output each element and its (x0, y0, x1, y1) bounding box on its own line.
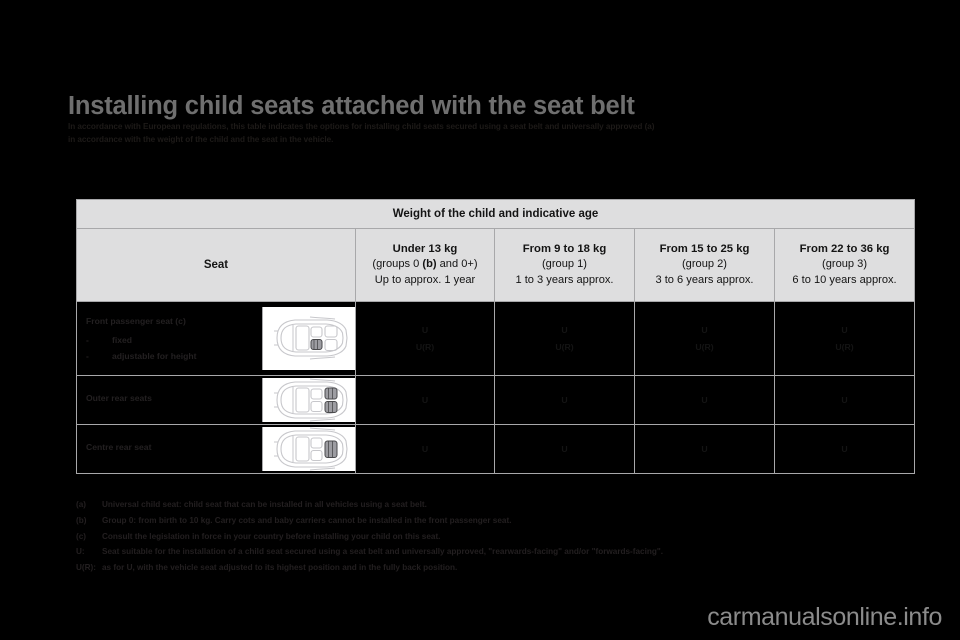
child-seat-table: Weight of the child and indicative age S… (75, 199, 916, 474)
row-2-value-cell-0: U (355, 424, 495, 474)
table-row: Outer rear seats U U U U (76, 375, 916, 425)
footnote-ur: U(R): as for U, with the vehicle seat adj… (76, 560, 936, 576)
footnote-u-key: U: (76, 547, 85, 557)
row-1-value-cell-1: U (494, 375, 635, 425)
weight-col-2-line2: (group 2) (681, 258, 727, 271)
page-subtitle-line-1: In accordance with European regulations,… (68, 122, 655, 131)
footnote-b-text: Group 0: from birth to 10 kg. Carry cots… (102, 515, 512, 525)
row-1-label-text: Outer rear seats (77, 384, 262, 415)
footnote-a-text: Universal child seat: child seat that ca… (102, 500, 427, 509)
row-0-value-3-primary: U (841, 324, 848, 335)
weight-col-1-line2: (group 1) (541, 258, 587, 271)
footnote-ur-text: as for U, with the vehicle seat adjusted… (102, 563, 458, 572)
footnote-ur-key: U(R): (76, 563, 97, 572)
row-0-title: Front passenger seat (c) (86, 315, 186, 326)
row-0-bullet-1-dash: - (86, 334, 89, 345)
footnotes-block: (a) Universal child seat: child seat that… (76, 497, 936, 576)
row-1-value-cell-3: U (773, 375, 916, 425)
page-subtitle: In accordance with European regulations,… (68, 121, 898, 146)
weight-col-3-line1: From 22 to 36 kg (799, 243, 890, 256)
row-2-value-cell-2: U (634, 424, 775, 474)
row-0-value-0-secondary: U(R) (415, 341, 435, 352)
row-1-value-cell-2: U (634, 375, 775, 425)
row-0-label-cell: Front passenger seat (c) - fixed - adjusta… (76, 301, 356, 376)
row-0-value-2-secondary: U(R) (695, 341, 714, 352)
row-0-value-cell-0: U U(R) (355, 301, 495, 376)
weight-col-0-line2-suffix: and 0+) (436, 258, 478, 271)
footnote-u: U: Seat suitable for the installation of … (76, 544, 936, 560)
weight-col-0-line2-bold: (b) (422, 258, 437, 271)
row-2-title: Centre rear seat (86, 442, 152, 453)
footnote-b-key: (b) (76, 515, 87, 525)
weight-col-2-line3: 3 to 6 years approx. (655, 274, 754, 287)
row-0-bullet-2: - adjustable for height (86, 348, 262, 364)
footnote-a-key: (a) (76, 500, 87, 509)
footnote-c: (c) Consult the legislation in force in y… (76, 529, 936, 545)
weight-col-1-line3: 1 to 3 years approx. (515, 274, 614, 287)
row-0-value-1-primary: U (561, 324, 568, 335)
row-0-bullet-1-text: fixed (112, 334, 133, 345)
weight-col-0-line3: Up to approx. 1 year (374, 274, 476, 287)
row-2-label-cell: Centre rear seat (76, 424, 356, 474)
weight-col-2-line1: From 15 to 25 kg (659, 243, 750, 256)
car-top-view-outer-rear-icon (262, 378, 355, 422)
row-0-value-1-secondary: U(R) (555, 341, 574, 352)
table-row: Centre rear seat U U U U (76, 424, 916, 474)
car-top-view-front-passenger-icon (262, 306, 355, 371)
weight-indicative-age-header: Weight of the child and indicative age (75, 199, 916, 229)
table-header-top-row: Weight of the child and indicative age (75, 199, 916, 229)
weight-col-1-line1: From 9 to 18 kg (522, 243, 607, 256)
row-0-bullet-1: - fixed (86, 332, 262, 348)
footnote-c-key: (c) (76, 531, 87, 541)
heading-block: Installing child seats attached with the… (68, 93, 898, 146)
row-0-bullet-2-text: adjustable for height (112, 351, 197, 362)
row-0-value-cell-2: U U(R) (634, 301, 775, 376)
weight-col-3-line2: (group 3) (822, 258, 868, 271)
row-2-value-cell-3: U (773, 424, 916, 474)
weight-col-0-line2-prefix: (groups 0 (372, 258, 423, 271)
row-0-value-0-primary: U (421, 324, 429, 335)
row-1-label-cell: Outer rear seats (76, 375, 356, 425)
footnote-a: (a) Universal child seat: child seat that… (76, 497, 936, 513)
footnote-u-text: Seat suitable for the installation of a … (102, 547, 664, 557)
seat-column-header: Seat (76, 228, 356, 302)
row-0-value-cell-3: U U(R) (773, 301, 916, 376)
row-2-value-cell-1: U (494, 424, 635, 474)
row-0-value-2-primary: U (701, 324, 708, 335)
row-1-title: Outer rear seats (86, 393, 152, 404)
watermark: carmanualsonline.info (707, 603, 942, 631)
row-2-label-text: Centre rear seat (77, 433, 262, 464)
weight-column-header-2: From 15 to 25 kg (group 2) 3 to 6 years … (634, 228, 775, 302)
footnote-b: (b) Group 0: from birth to 10 kg. Carry c… (76, 513, 936, 529)
car-top-view-centre-rear-icon (262, 427, 355, 471)
table-header-columns-row: Seat Under 13 kg (groups 0 (b) and 0+) U… (76, 228, 916, 302)
table-row: Front passenger seat (c) - fixed - adjusta… (76, 301, 916, 376)
weight-column-header-1: From 9 to 18 kg (group 1) 1 to 3 years a… (494, 228, 635, 302)
row-0-value-3-secondary: U(R) (835, 341, 854, 352)
weight-column-header-3: From 22 to 36 kg (group 3) 6 to 10 years… (773, 228, 916, 302)
row-0-value-cell-1: U U(R) (494, 301, 635, 376)
weight-col-0-line2: (groups 0 (b) and 0+) (356, 257, 494, 273)
manual-page: Installing child seats attached with the… (0, 0, 960, 640)
weight-col-0-line1: Under 13 kg (392, 243, 458, 256)
weight-column-header-0: Under 13 kg (groups 0 (b) and 0+) Up to … (355, 228, 495, 302)
page-subtitle-line-2: in accordance with the weight of the chi… (68, 134, 334, 144)
footnote-c-text: Consult the legislation in force in your… (102, 531, 441, 541)
page-title: Installing child seats attached with the… (68, 92, 635, 120)
row-0-label-text: Front passenger seat (c) - fixed - adjusta… (77, 307, 262, 371)
row-1-value-cell-0: U (355, 375, 495, 425)
weight-col-3-line3: 6 to 10 years approx. (792, 274, 897, 287)
row-0-bullet-2-dash: - (86, 351, 89, 362)
